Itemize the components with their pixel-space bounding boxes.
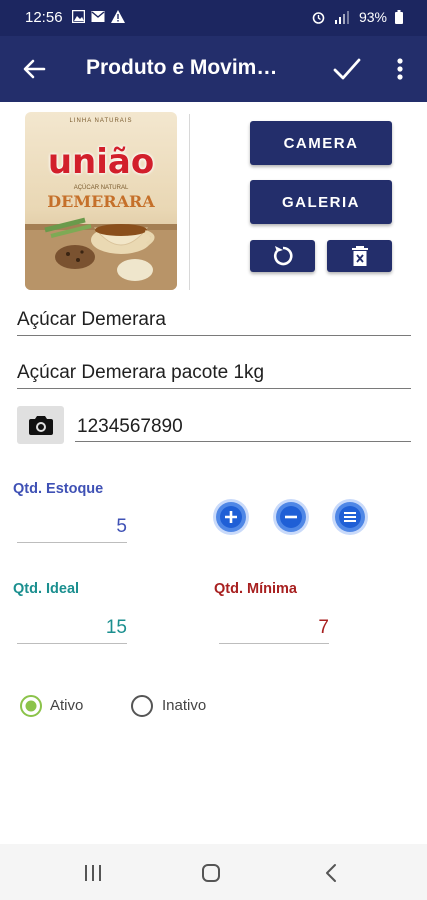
brand-tagline: LINHA NATURAIS <box>69 118 133 124</box>
stock-quantity-label: Qtd. Estoque <box>13 481 104 497</box>
alarm-icon <box>312 11 325 24</box>
back-nav-icon[interactable] <box>323 862 339 884</box>
scan-barcode-button[interactable] <box>17 406 64 444</box>
radio-unselected-icon <box>131 695 153 717</box>
minimum-quantity-label: Qtd. Mínima <box>214 581 297 597</box>
stock-quantity-underline <box>17 542 127 543</box>
plus-icon <box>220 506 242 528</box>
image-divider <box>189 114 190 290</box>
product-description-underline <box>17 388 411 389</box>
product-name-field[interactable]: Açúcar Demerara <box>17 309 166 331</box>
battery-icon <box>395 10 403 24</box>
radio-active[interactable] <box>19 694 43 718</box>
mail-icon <box>91 11 105 22</box>
signal-icon <box>334 10 349 24</box>
stock-quantity-field[interactable]: 5 <box>17 516 127 538</box>
back-arrow-icon[interactable] <box>20 55 48 83</box>
ideal-quantity-field[interactable]: 15 <box>17 617 127 639</box>
stock-list-button[interactable] <box>335 502 365 532</box>
radio-inactive[interactable] <box>130 694 154 718</box>
increase-stock-button[interactable] <box>216 502 246 532</box>
delete-button[interactable] <box>327 240 392 272</box>
more-vert-icon[interactable] <box>388 55 412 83</box>
brand-subtitle: AÇÚCAR NATURAL <box>73 185 129 191</box>
warning-icon <box>111 10 125 23</box>
decrease-stock-button[interactable] <box>276 502 306 532</box>
product-description-field[interactable]: Açúcar Demerara pacote 1kg <box>17 362 264 384</box>
home-icon[interactable] <box>200 862 222 884</box>
rotate-icon <box>273 246 292 266</box>
barcode-field[interactable]: 1234567890 <box>77 416 183 438</box>
image-icon <box>72 10 85 23</box>
product-name-underline <box>17 335 411 336</box>
app-bar: Produto e Movim… <box>0 36 427 102</box>
ideal-quantity-underline <box>17 643 127 644</box>
list-icon <box>339 506 361 528</box>
gallery-button[interactable]: GALERIA <box>250 180 392 224</box>
check-icon[interactable] <box>332 55 362 83</box>
brand-logo: união <box>47 142 155 182</box>
minus-icon <box>280 506 302 528</box>
barcode-underline <box>75 441 411 442</box>
battery-percent: 93% <box>358 9 387 25</box>
radio-inactive-label[interactable]: Inativo <box>162 697 206 714</box>
status-bar: 12:56 93% <box>0 0 427 36</box>
radio-selected-icon <box>20 695 42 717</box>
rotate-button[interactable] <box>250 240 315 272</box>
radio-active-label[interactable]: Ativo <box>50 697 83 714</box>
minimum-quantity-underline <box>219 643 329 644</box>
page-title: Produto e Movim… <box>86 56 278 79</box>
camera-button[interactable]: CAMERA <box>250 121 392 165</box>
minimum-quantity-field[interactable]: 7 <box>219 617 329 639</box>
system-nav-bar <box>0 844 427 900</box>
status-time: 12:56 <box>25 9 63 26</box>
brand-product-name: DEMERARA <box>47 192 155 211</box>
product-image[interactable]: LINHA NATURAIS união AÇÚCAR NATURAL DEME… <box>25 112 177 290</box>
camera-icon <box>28 416 53 435</box>
ideal-quantity-label: Qtd. Ideal <box>13 581 80 597</box>
recent-apps-icon[interactable] <box>82 864 104 882</box>
delete-icon <box>351 246 368 266</box>
